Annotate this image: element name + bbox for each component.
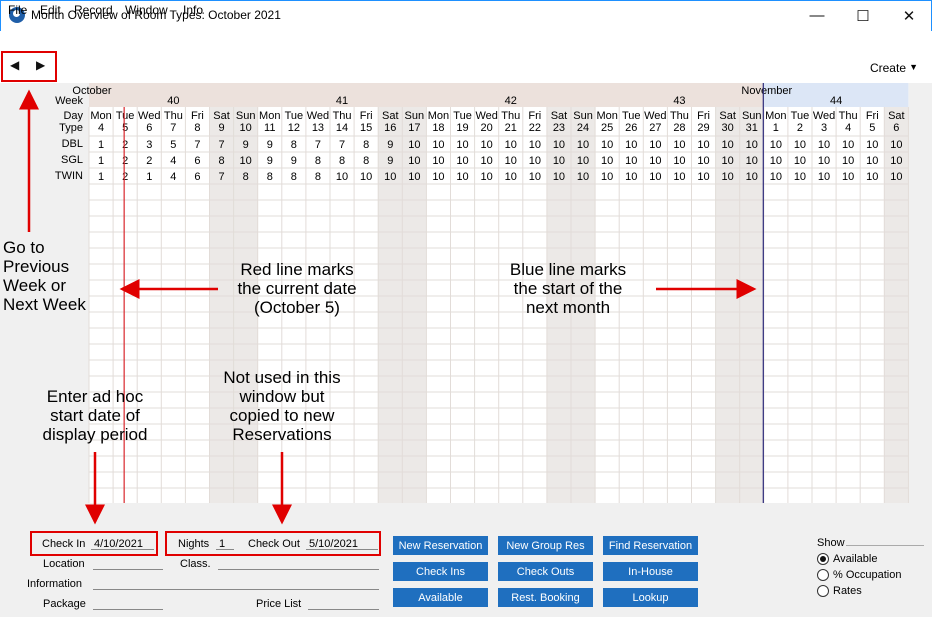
annotation-arrows [19,89,757,525]
class-label: Class. [180,558,211,570]
lookup-button[interactable]: Lookup [603,588,698,607]
location-label: Location [43,558,85,570]
check-ins-button[interactable]: Check Ins [393,562,488,581]
new-reservation-button[interactable]: New Reservation [393,536,488,555]
radio-rates-label: Rates [833,585,862,597]
nights-label: Nights [178,538,210,550]
pricelist-field[interactable] [308,596,379,610]
new-group-res-button[interactable]: New Group Res [498,536,593,555]
radio-occupation[interactable] [817,569,829,581]
package-field[interactable] [93,596,163,610]
location-field[interactable] [93,556,163,570]
package-label: Package [43,598,86,610]
checkin-value: 4/10/2021 [94,538,143,550]
checkout-value: 5/10/2021 [309,538,358,550]
class-field[interactable] [218,556,379,570]
radio-rates[interactable] [817,585,829,597]
information-label: Information [27,578,83,590]
radio-occupation-label: % Occupation [833,569,902,581]
checkin-label: Check In [42,538,86,550]
in-house-button[interactable]: In-House [603,562,698,581]
show-label: Show [817,537,845,549]
radio-available[interactable] [817,553,829,565]
checkout-label: Check Out [248,538,300,550]
available-button[interactable]: Available [393,588,488,607]
find-reservation-button[interactable]: Find Reservation [603,536,698,555]
nights-value: 1 [219,538,226,550]
pricelist-label: Price List [256,598,302,610]
radio-available-label: Available [833,553,878,565]
information-field[interactable] [93,576,379,590]
check-outs-button[interactable]: Check Outs [498,562,593,581]
rest-booking-button[interactable]: Rest. Booking [498,588,593,607]
show-divider [846,545,924,546]
